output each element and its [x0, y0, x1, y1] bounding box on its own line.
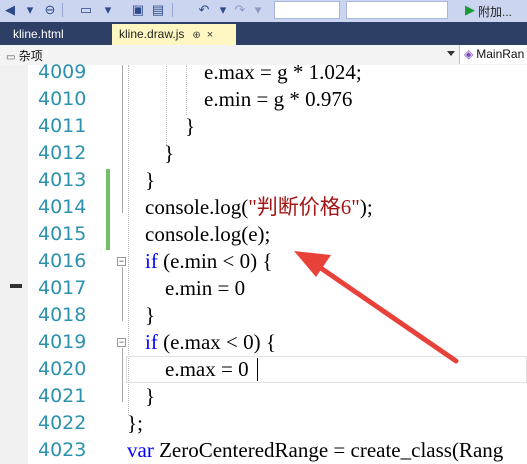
dropdown-icon[interactable]: ▾: [22, 2, 38, 18]
play-icon[interactable]: ▶: [462, 2, 478, 18]
code-editor[interactable]: − − 4009 e.max = g * 1.024; 4010 e.min =…: [0, 60, 527, 464]
back-icon[interactable]: ◀: [2, 2, 18, 18]
redo-dropdown-icon[interactable]: ▾: [250, 2, 266, 18]
toolbar-separator: [62, 3, 63, 17]
toolbar-separator: [172, 3, 173, 17]
redo-icon[interactable]: ↷: [232, 2, 248, 18]
tab-bar: kline.html kline.draw.js ⊕ ×: [0, 22, 527, 45]
undo-icon[interactable]: ↶: [196, 2, 212, 18]
annotation-arrow-icon: [294, 251, 459, 364]
chevron-down-icon[interactable]: [447, 51, 455, 56]
save-icon[interactable]: ▣: [130, 2, 146, 18]
toolbar: ◀ ▾ ⊖ ▭ ▾ ▣ ▤ ↶ ▾ ↷ ▾ ▶ 附加...: [0, 0, 527, 23]
tab-label: kline.html: [13, 27, 64, 41]
pin-icon[interactable]: ⊕: [192, 30, 200, 41]
solution-config-select[interactable]: [274, 1, 340, 19]
close-icon[interactable]: ×: [207, 29, 213, 41]
attach-button[interactable]: 附加...: [478, 3, 512, 20]
platform-select[interactable]: [346, 1, 448, 19]
tab-label: kline.draw.js: [119, 27, 185, 41]
save-all-icon[interactable]: ▤: [150, 2, 166, 18]
undo-dropdown-icon[interactable]: ▾: [215, 2, 231, 18]
forward-icon[interactable]: ⊖: [42, 2, 58, 18]
open-file-icon[interactable]: ▾: [100, 2, 116, 18]
new-file-icon[interactable]: ▭: [78, 2, 94, 18]
tab-kline-draw-js[interactable]: kline.draw.js ⊕ ×: [112, 24, 236, 45]
tab-kline-html[interactable]: kline.html: [6, 24, 71, 45]
